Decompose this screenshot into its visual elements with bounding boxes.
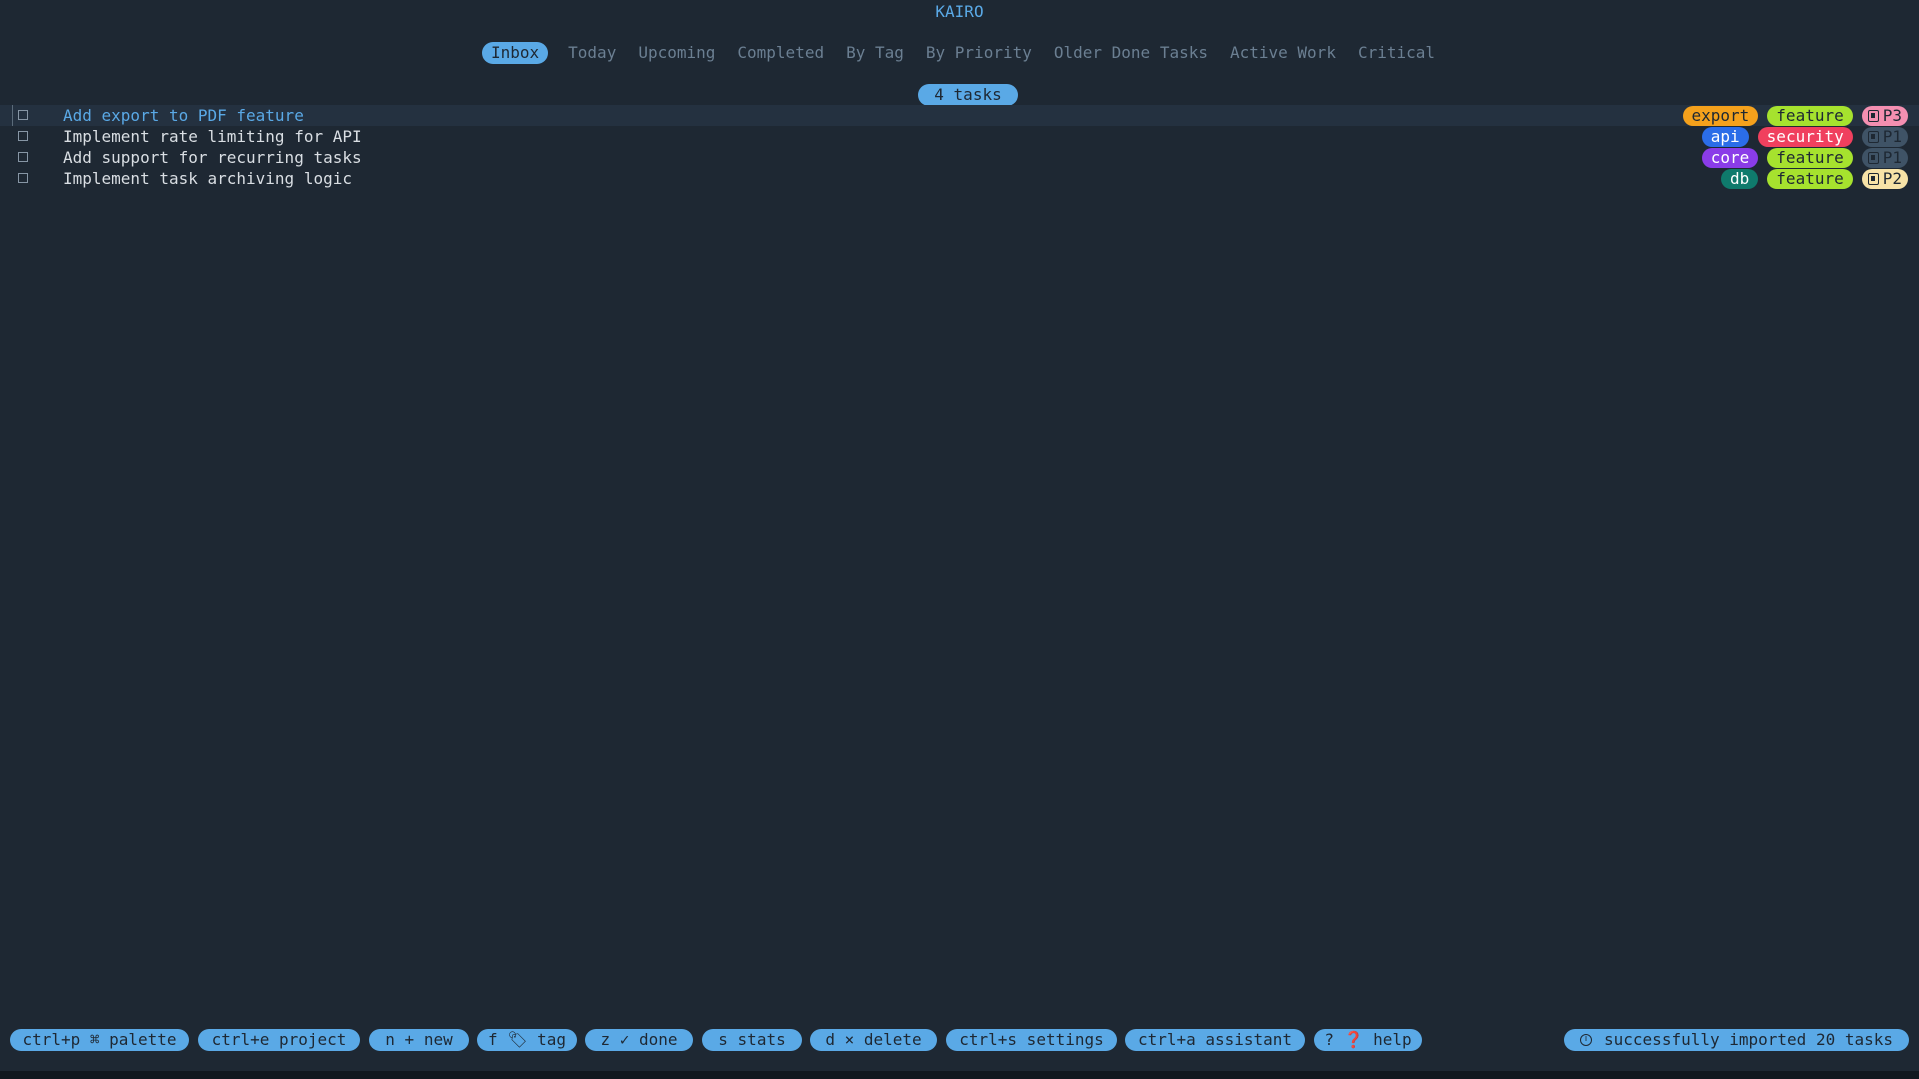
tab-inbox[interactable]: Inbox [481, 42, 549, 64]
tag-hint-button[interactable]: f 🏷 tag [477, 1029, 577, 1051]
tag-badge[interactable]: feature [1767, 168, 1853, 189]
priority-label: P1 [1882, 147, 1902, 167]
info-icon: i [1580, 1034, 1593, 1046]
priority-badge[interactable]: P1 [1861, 126, 1908, 147]
app-window: KAIRO Inbox Today Upcoming Completed By … [0, 0, 1919, 1079]
tag-badge[interactable]: feature [1767, 105, 1853, 126]
task-title[interactable]: Implement task archiving logic [63, 168, 352, 189]
tab-older-done-tasks[interactable]: Older Done Tasks [1052, 42, 1210, 64]
stats-hint-button[interactable]: s stats [702, 1029, 802, 1051]
note-icon [1867, 130, 1879, 143]
bottom-edge-bar [0, 1071, 1919, 1079]
tab-by-priority[interactable]: By Priority [924, 42, 1034, 64]
app-title: KAIRO [935, 2, 984, 21]
task-checkbox[interactable] [18, 110, 28, 120]
task-checkbox[interactable] [18, 173, 28, 183]
tab-by-tag[interactable]: By Tag [844, 42, 906, 64]
tag-badge[interactable]: feature [1767, 147, 1853, 168]
tab-upcoming[interactable]: Upcoming [636, 42, 717, 64]
settings-hint-button[interactable]: ctrl+s settings [946, 1029, 1117, 1051]
task-row[interactable]: Implement rate limiting for API api secu… [0, 126, 1919, 147]
task-checkbox[interactable] [18, 152, 28, 162]
priority-label: P1 [1882, 126, 1902, 146]
priority-badge[interactable]: P1 [1861, 147, 1908, 168]
tab-completed[interactable]: Completed [735, 42, 826, 64]
delete-hint-button[interactable]: d × delete [810, 1029, 937, 1051]
palette-hint-button[interactable]: ctrl+p ⌘ palette [10, 1029, 189, 1051]
tag-badge[interactable]: export [1682, 105, 1759, 126]
tab-critical[interactable]: Critical [1356, 42, 1437, 64]
status-text: successfully imported 20 tasks [1604, 1030, 1893, 1049]
task-row[interactable]: Add export to PDF feature export feature… [0, 105, 1919, 126]
priority-badge[interactable]: P2 [1861, 168, 1908, 189]
note-icon [1867, 151, 1879, 164]
tag-badge[interactable]: security [1757, 126, 1853, 147]
task-row[interactable]: Implement task archiving logic db featur… [0, 168, 1919, 189]
keybinding-footer: ctrl+p ⌘ palette ctrl+e project n + new … [10, 1029, 1909, 1051]
view-tabs: Inbox Today Upcoming Completed By Tag By… [0, 42, 1919, 64]
task-checkbox[interactable] [18, 131, 28, 141]
task-title[interactable]: Add support for recurring tasks [63, 147, 362, 168]
tag-badge[interactable]: api [1701, 126, 1749, 147]
tab-today[interactable]: Today [566, 42, 618, 64]
task-badges: core feature P1 [1701, 147, 1908, 168]
priority-label: P2 [1882, 168, 1902, 188]
help-hint-button[interactable]: ? ❓ help [1314, 1029, 1422, 1051]
task-badges: api security P1 [1701, 126, 1908, 147]
done-hint-button[interactable]: z ✓ done [585, 1029, 693, 1051]
task-title[interactable]: Add export to PDF feature [63, 105, 304, 126]
note-icon [1867, 172, 1879, 185]
task-badges: db feature P2 [1721, 168, 1908, 189]
project-hint-button[interactable]: ctrl+e project [198, 1029, 360, 1051]
task-row[interactable]: Add support for recurring tasks core fea… [0, 147, 1919, 168]
status-message: i successfully imported 20 tasks [1564, 1029, 1909, 1051]
task-badges: export feature P3 [1682, 105, 1908, 126]
task-title[interactable]: Implement rate limiting for API [63, 126, 362, 147]
priority-label: P3 [1882, 105, 1902, 125]
task-count-badge: 4 tasks [918, 84, 1018, 106]
new-task-hint-button[interactable]: n + new [369, 1029, 469, 1051]
tag-badge[interactable]: db [1721, 168, 1759, 189]
task-list: Add export to PDF feature export feature… [0, 105, 1919, 189]
note-icon [1867, 109, 1879, 122]
assistant-hint-button[interactable]: ctrl+a assistant [1125, 1029, 1305, 1051]
priority-badge[interactable]: P3 [1861, 105, 1908, 126]
tag-badge[interactable]: core [1701, 147, 1759, 168]
tab-active-work[interactable]: Active Work [1228, 42, 1338, 64]
